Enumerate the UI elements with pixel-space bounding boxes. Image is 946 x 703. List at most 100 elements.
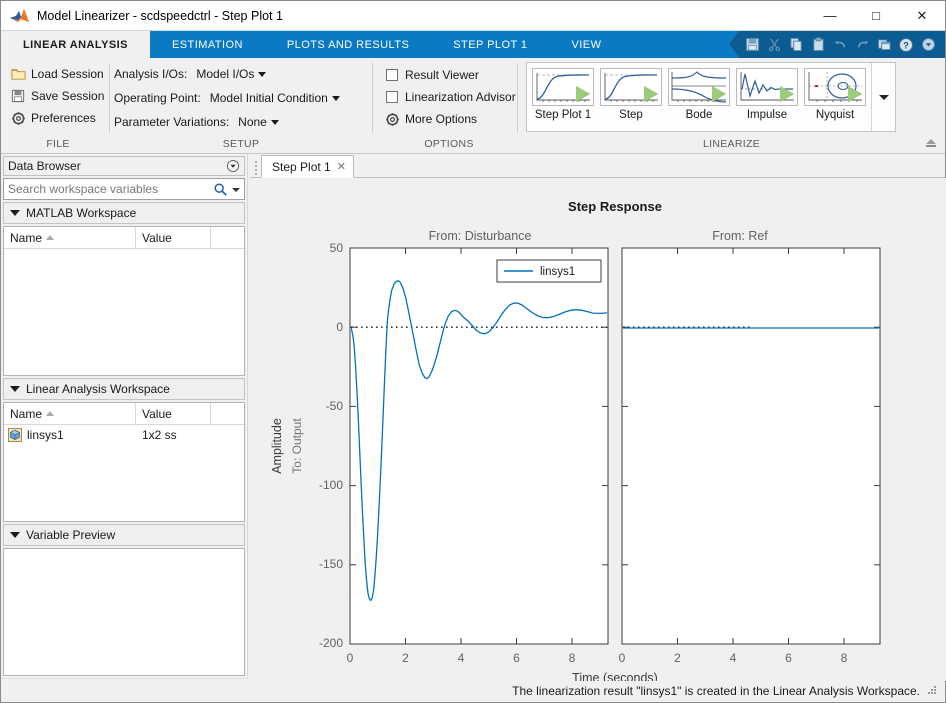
row-value-cell: 1x2 ss (136, 428, 211, 442)
tab-step-plot-1[interactable]: STEP PLOT 1 (431, 31, 549, 58)
chart-legend[interactable]: linsys1 (497, 260, 601, 282)
column-header-value-label: Value (142, 407, 172, 421)
layout-icon[interactable] (873, 34, 895, 56)
copy-icon[interactable] (785, 34, 807, 56)
gallery-item-nyquist[interactable]: Nyquist (801, 66, 869, 128)
x-tick-8: 8 (841, 651, 848, 665)
table-header-row: Name Value (4, 227, 244, 249)
x-tick-4: 4 (458, 651, 465, 665)
operating-point-dropdown[interactable]: Model Initial Condition (207, 90, 343, 106)
preferences-button[interactable]: Preferences (7, 107, 99, 129)
analysis-ios-row: Analysis I/Os: Model I/Os (114, 62, 279, 86)
ribbon-group-file-label: FILE (7, 137, 109, 153)
document-tab-step-plot-1[interactable]: Step Plot 1 ✕ (261, 155, 354, 178)
column-header-name[interactable]: Name (4, 403, 136, 424)
linear-analysis-workspace-rows[interactable]: linsys1 1x2 ss (4, 425, 244, 521)
gallery-item-step[interactable]: Step (597, 66, 665, 128)
tab-estimation[interactable]: ESTIMATION (150, 31, 265, 58)
parameter-variations-row: Parameter Variations: None (114, 110, 321, 134)
gallery-item-label: Bode (686, 109, 713, 121)
legend-label-linsys1: linsys1 (540, 266, 575, 278)
panel-menu-button[interactable] (226, 159, 240, 173)
y-tick-minus100: -100 (319, 478, 343, 492)
tab-plots-and-results[interactable]: PLOTS AND RESULTS (265, 31, 431, 58)
nyquist-thumb (804, 68, 866, 106)
step-plot-canvas[interactable]: Step Response From: Disturbance From: Re… (250, 178, 945, 678)
column-header-spacer (211, 403, 244, 424)
chevron-down-icon (10, 210, 20, 216)
parameter-variations-dropdown[interactable]: None (235, 114, 321, 130)
resize-grip-icon[interactable] (926, 684, 937, 698)
step-response-figure[interactable]: Step Response From: Disturbance From: Re… (250, 178, 946, 681)
tab-linear-analysis[interactable]: LINEAR ANALYSIS (1, 31, 150, 58)
column-header-name-label: Name (10, 231, 42, 245)
x-tick-2: 2 (402, 651, 409, 665)
search-icon[interactable] (213, 182, 228, 197)
result-viewer-checkbox[interactable]: Result Viewer (381, 64, 482, 86)
linear-analysis-workspace-header[interactable]: Linear Analysis Workspace (3, 378, 245, 400)
minimize-button[interactable]: — (807, 1, 853, 31)
tab-view[interactable]: VIEW (550, 31, 624, 58)
data-browser-title: Data Browser (8, 159, 81, 173)
subplot-disturbance[interactable]: 50 0 -50 -100 -150 -200 0 (319, 241, 608, 665)
column-header-value[interactable]: Value (136, 403, 211, 424)
search-input[interactable] (8, 182, 213, 196)
search-workspace-bar[interactable] (3, 178, 245, 200)
matlab-workspace-header[interactable]: MATLAB Workspace (3, 202, 245, 224)
variable-preview-title: Variable Preview (26, 528, 115, 542)
tab-strip-filler (623, 31, 739, 58)
gallery-items: Step Plot 1 (527, 63, 871, 131)
gallery-item-impulse[interactable]: Impulse (733, 66, 801, 128)
more-options-button[interactable]: More Options (381, 108, 480, 130)
close-button[interactable]: ✕ (899, 1, 945, 31)
variable-preview-header[interactable]: Variable Preview (3, 524, 245, 546)
save-icon[interactable] (741, 34, 763, 56)
analysis-ios-label: Analysis I/Os: (114, 67, 187, 81)
search-options-caret-icon[interactable] (232, 182, 240, 196)
chevron-down-icon (258, 72, 266, 77)
table-header-row: Name Value (4, 403, 244, 425)
data-browser-header: Data Browser (3, 156, 245, 176)
maximize-button[interactable]: □ (853, 1, 899, 31)
redo-icon[interactable] (851, 34, 873, 56)
gallery-more-button[interactable] (871, 63, 895, 131)
tab-bar-gripper[interactable] (252, 159, 261, 177)
save-session-label: Save Session (31, 89, 104, 103)
load-session-button[interactable]: Load Session (7, 63, 107, 85)
ss-model-icon (8, 428, 22, 442)
ribbon: Load Session Save Session Preferences FI… (1, 58, 945, 154)
matlab-workspace-table: Name Value (3, 226, 245, 376)
x-axis-label: Time (seconds) (572, 671, 658, 681)
checkbox-icon (384, 67, 400, 83)
matlab-workspace-rows[interactable] (4, 249, 244, 375)
ribbon-group-linearize-label: LINEARIZE (518, 137, 945, 153)
column-header-value-label: Value (142, 231, 172, 245)
ribbon-group-options-label: OPTIONS (381, 137, 517, 153)
gallery-item-bode[interactable]: Bode (665, 66, 733, 128)
save-session-button[interactable]: Save Session (7, 85, 107, 107)
help-icon[interactable]: ? (895, 34, 917, 56)
subplot-ref[interactable]: 0 2 4 6 8 (619, 248, 880, 665)
y-axis-sublabel: To: Output (290, 418, 304, 474)
column-header-value[interactable]: Value (136, 227, 211, 248)
gallery-item-label: Impulse (747, 109, 787, 121)
title-bar: Model Linearizer - scdspeedctrl - Step P… (1, 1, 945, 31)
column-header-spacer (211, 227, 244, 248)
analysis-ios-dropdown[interactable]: Model I/Os (193, 66, 279, 82)
cut-icon[interactable] (763, 34, 785, 56)
ribbon-collapse-button[interactable] (923, 135, 939, 151)
column-header-name[interactable]: Name (4, 227, 136, 248)
chevron-down-icon (10, 386, 20, 392)
chevron-down-icon[interactable] (917, 34, 939, 56)
sort-ascending-icon (46, 411, 54, 416)
linearization-advisor-checkbox[interactable]: Linearization Advisor (381, 86, 519, 108)
chevron-down-icon (271, 120, 279, 125)
paste-icon[interactable] (807, 34, 829, 56)
table-row[interactable]: linsys1 1x2 ss (4, 425, 244, 445)
checkbox-icon (384, 89, 400, 105)
gallery-item-step-plot-1[interactable]: Step Plot 1 (529, 66, 597, 128)
operating-point-row: Operating Point: Model Initial Condition (114, 86, 343, 110)
linearization-advisor-label: Linearization Advisor (405, 90, 516, 104)
undo-icon[interactable] (829, 34, 851, 56)
close-icon[interactable]: ✕ (337, 160, 346, 173)
